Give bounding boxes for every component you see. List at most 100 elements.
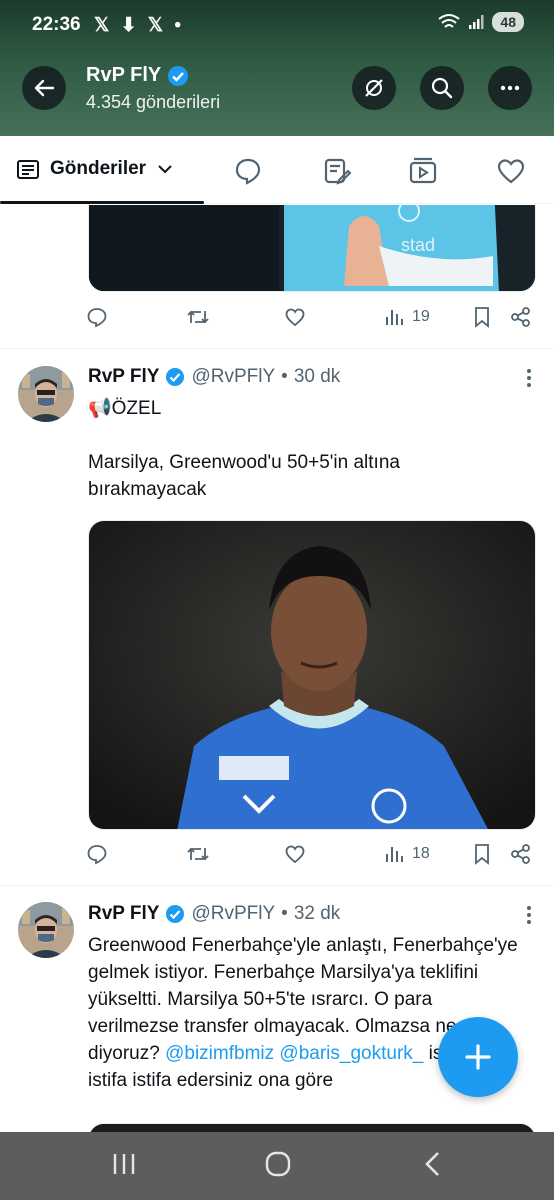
articles-tab-icon[interactable] (322, 156, 352, 186)
signal-icon (469, 15, 484, 29)
tweet-media-image[interactable] (88, 1123, 536, 1132)
back-button[interactable] (22, 66, 66, 110)
author-handle[interactable]: @RvPFlY (191, 903, 275, 925)
tab-posts-label: Gönderiler (50, 158, 147, 179)
chevron-down-icon (158, 165, 172, 174)
bookmark-icon (475, 307, 489, 328)
wifi-icon (438, 14, 461, 28)
search-button[interactable] (420, 66, 464, 110)
player-photo-bottom (89, 1124, 535, 1132)
bookmark-button[interactable] (472, 843, 492, 865)
views-button[interactable]: 19 (384, 306, 430, 328)
avatar-image (18, 902, 74, 958)
heart-icon (285, 308, 305, 327)
tweet-media-image[interactable] (88, 520, 536, 830)
post-count: 4.354 gönderileri (86, 92, 221, 112)
tweet-divider (0, 885, 554, 886)
back-nav-button[interactable] (422, 1150, 444, 1183)
tweet-text: 📢ÖZEL Marsilya, Greenwood'u 50+5'in altı… (88, 395, 518, 503)
tweet-header: RvP FlY @RvPFlY • 32 dk (88, 903, 340, 925)
views-button[interactable]: 18 (384, 843, 430, 865)
replies-tab-icon[interactable] (233, 156, 263, 186)
reply-button[interactable] (86, 843, 108, 865)
bookmark-button[interactable] (472, 306, 492, 328)
views-chart-icon (386, 310, 403, 325)
retweet-icon (187, 847, 209, 861)
status-time: 22:36 (32, 14, 81, 35)
player-photo-top: stad (89, 205, 535, 291)
avatar-image (18, 366, 74, 422)
tweet-more-button[interactable] (526, 368, 532, 394)
player-photo (89, 521, 535, 829)
verified-badge-icon (168, 65, 189, 86)
share-button[interactable] (510, 306, 532, 328)
like-button[interactable] (284, 843, 306, 865)
separator-dot: • (281, 903, 288, 924)
status-bar: 22:36 𝕏 ⬇ 𝕏 • 48 (0, 10, 554, 42)
tweet-more-button[interactable] (526, 905, 532, 931)
search-icon (431, 77, 453, 99)
tweet-text-line: 📢ÖZEL (88, 398, 162, 419)
profile-tabs: Gönderiler (0, 136, 554, 204)
profile-name-text: RvP FlY (86, 64, 162, 86)
author-handle[interactable]: @RvPFlY (191, 366, 275, 388)
view-count: 18 (412, 845, 430, 862)
timeline[interactable]: stad 19 RvP FlY @RvPFlY • 30 dk 📢ÖZEL Ma… (0, 205, 554, 1132)
profile-name: RvP FlY (86, 64, 189, 87)
grok-icon (365, 79, 383, 97)
tweet-time[interactable]: 32 dk (294, 903, 340, 925)
mention-link[interactable]: @bizimfbmiz (165, 1043, 274, 1064)
verified-badge-icon (166, 905, 185, 923)
retweet-button[interactable] (186, 843, 210, 865)
arrow-left-icon (34, 79, 55, 97)
status-right: 48 (438, 12, 524, 32)
author-name[interactable]: RvP FlY (88, 903, 159, 925)
likes-tab-icon[interactable] (496, 156, 526, 186)
heart-icon (285, 845, 305, 864)
recent-apps-button[interactable] (112, 1150, 136, 1183)
chevron-left-icon (425, 1152, 439, 1176)
active-tab-indicator (0, 201, 204, 204)
home-circle-icon (265, 1151, 291, 1177)
avatar[interactable] (18, 902, 74, 958)
tab-posts[interactable]: Gönderiler (16, 158, 174, 180)
more-vertical-icon (527, 906, 531, 924)
battery-level: 48 (492, 12, 524, 32)
tweet-divider (0, 348, 554, 349)
posts-tab-icon (17, 160, 39, 179)
recents-icon (113, 1154, 135, 1174)
profile-header: 22:36 𝕏 ⬇ 𝕏 • 48 RvP FlY 4.354 gönderile… (0, 0, 554, 136)
like-button[interactable] (284, 306, 306, 328)
more-options-button[interactable] (488, 66, 532, 110)
more-dots-icon (500, 85, 520, 91)
share-icon (511, 844, 530, 864)
share-icon (511, 307, 530, 327)
grok-button[interactable] (352, 66, 396, 110)
separator-dot: • (281, 366, 288, 387)
reply-icon (87, 308, 107, 328)
mention-link[interactable]: @baris_gokturk_ (279, 1043, 423, 1064)
tweet-header: RvP FlY @RvPFlY • 30 dk (88, 366, 340, 388)
home-button[interactable] (264, 1150, 292, 1183)
author-name[interactable]: RvP FlY (88, 366, 159, 388)
more-vertical-icon (527, 369, 531, 387)
view-count: 19 (412, 308, 430, 325)
tweet-time[interactable]: 30 dk (294, 366, 340, 388)
notification-icons: 𝕏 ⬇ 𝕏 • (94, 15, 185, 36)
reply-button[interactable] (86, 306, 108, 328)
tweet-text-body: Marsilya, Greenwood'u 50+5'in altına bır… (88, 452, 400, 500)
plus-icon (465, 1044, 491, 1070)
tweet-media-image[interactable]: stad (88, 205, 536, 292)
tweet-actions: 19 (86, 306, 536, 336)
avatar[interactable] (18, 366, 74, 422)
share-button[interactable] (510, 843, 532, 865)
media-tab-icon[interactable] (408, 156, 438, 186)
retweet-icon (187, 310, 209, 324)
bookmark-icon (475, 844, 489, 865)
verified-badge-icon (166, 368, 185, 386)
tweet-actions: 18 (86, 843, 536, 873)
compose-post-button[interactable] (438, 1017, 518, 1097)
retweet-button[interactable] (186, 306, 210, 328)
svg-text:stad: stad (401, 235, 435, 255)
